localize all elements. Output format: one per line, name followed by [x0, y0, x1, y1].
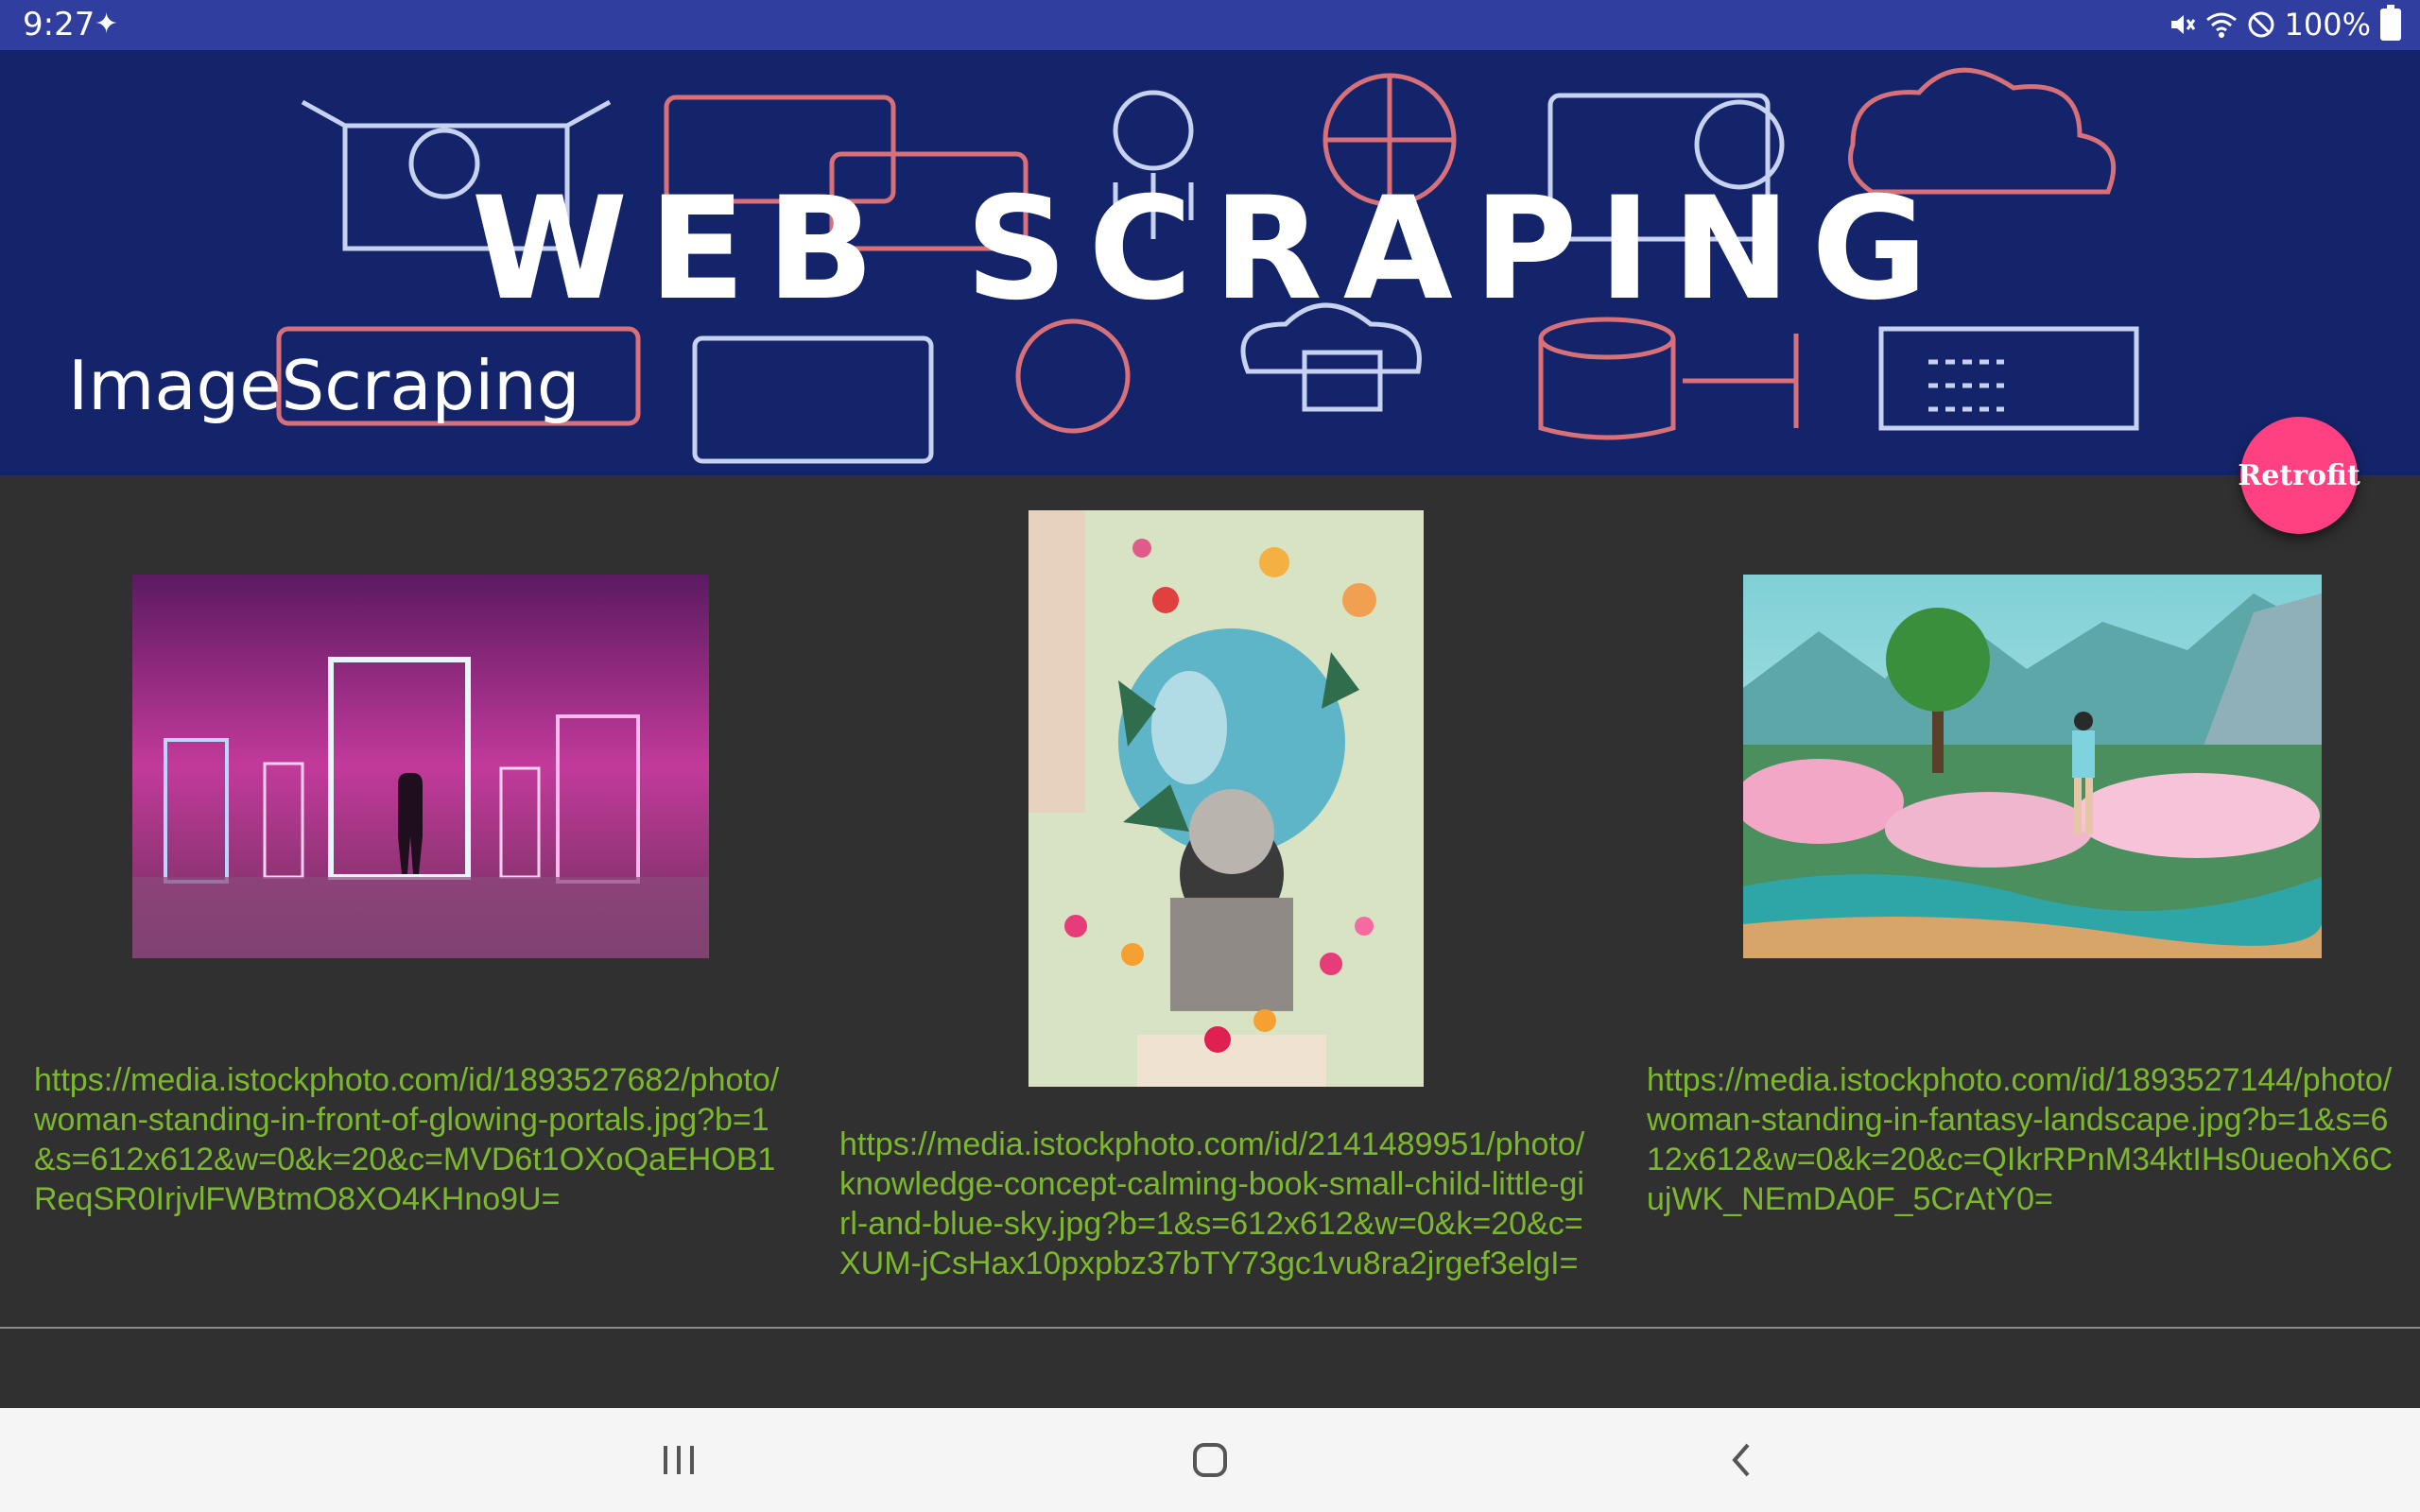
- do-not-disturb-icon: [2248, 11, 2274, 38]
- recents-icon: [664, 1446, 694, 1474]
- child-reading-book-image: [1028, 510, 1424, 1087]
- fantasy-landscape-image: [1743, 575, 2322, 958]
- back-button[interactable]: [1685, 1427, 1798, 1493]
- battery-icon: [2380, 5, 2401, 41]
- navigation-bar: [0, 1408, 2420, 1512]
- item-image: [1743, 575, 2322, 958]
- status-bar: 9:27 ✦ 100%: [0, 0, 2420, 50]
- status-time: 9:27: [23, 6, 95, 43]
- glowing-portals-image: [132, 575, 709, 958]
- home-button[interactable]: [1153, 1427, 1267, 1493]
- status-icons: 100%: [2168, 5, 2401, 43]
- recents-button[interactable]: [622, 1427, 735, 1493]
- mute-icon: [2170, 15, 2195, 34]
- app-header: WEB SCRAPING ImageScraping: [0, 50, 2420, 475]
- wifi-icon: [2205, 12, 2237, 38]
- list-item[interactable]: https://media.istockphoto.com/id/1893527…: [0, 482, 804, 1323]
- home-icon: [1193, 1443, 1227, 1477]
- banner-wordmark: WEB SCRAPING: [472, 167, 1949, 332]
- divider: [0, 1327, 2420, 1329]
- sparkle-icon: ✦: [95, 8, 119, 41]
- item-url[interactable]: https://media.istockphoto.com/id/1893527…: [1647, 1060, 2403, 1219]
- page-title: ImageScraping: [68, 346, 580, 425]
- back-icon: [1732, 1443, 1750, 1477]
- item-image: [1028, 510, 1424, 1087]
- item-image: [132, 575, 709, 958]
- battery-percent: 100%: [2284, 7, 2371, 43]
- list-item[interactable]: https://media.istockphoto.com/id/1893527…: [1611, 482, 2420, 1323]
- item-url[interactable]: https://media.istockphoto.com/id/2141489…: [839, 1125, 1586, 1283]
- item-url[interactable]: https://media.istockphoto.com/id/1893527…: [34, 1060, 781, 1219]
- list-item[interactable]: https://media.istockphoto.com/id/2141489…: [805, 482, 1609, 1323]
